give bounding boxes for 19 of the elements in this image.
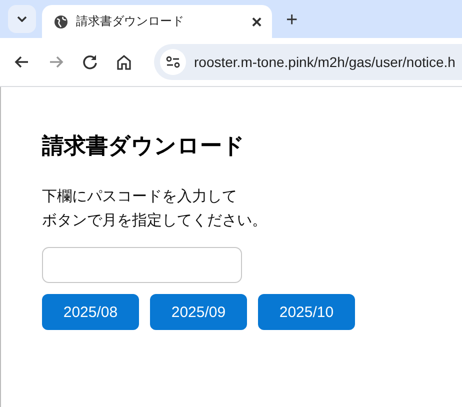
- instruction-line: 下欄にパスコードを入力して: [42, 187, 237, 207]
- new-tab-button[interactable]: +: [286, 10, 298, 30]
- home-icon[interactable]: [114, 52, 134, 72]
- sliders-icon: [166, 56, 180, 68]
- month-button[interactable]: 2025/08: [42, 294, 139, 330]
- chevron-icon: [17, 16, 27, 22]
- page-heading: 請求書ダウンロード: [42, 132, 246, 160]
- instruction-line: ボタンで月を指定してください。: [42, 211, 267, 231]
- globe-icon: [54, 14, 68, 28]
- close-tab-button[interactable]: ×: [251, 12, 262, 30]
- address-bar[interactable]: rooster.m-tone.pink/m2h/gas/user/notice.h: [154, 44, 462, 80]
- tab-title: 請求書ダウンロード: [76, 13, 185, 30]
- tab-list-button[interactable]: [8, 5, 36, 33]
- month-button[interactable]: 2025/10: [258, 294, 355, 330]
- month-button[interactable]: 2025/09: [150, 294, 247, 330]
- browser-tab[interactable]: 請求書ダウンロード ×: [42, 5, 272, 38]
- passcode-field[interactable]: [42, 247, 242, 283]
- url-text: rooster.m-tone.pink/m2h/gas/user/notice.h: [194, 54, 456, 70]
- site-settings-button[interactable]: [160, 49, 186, 75]
